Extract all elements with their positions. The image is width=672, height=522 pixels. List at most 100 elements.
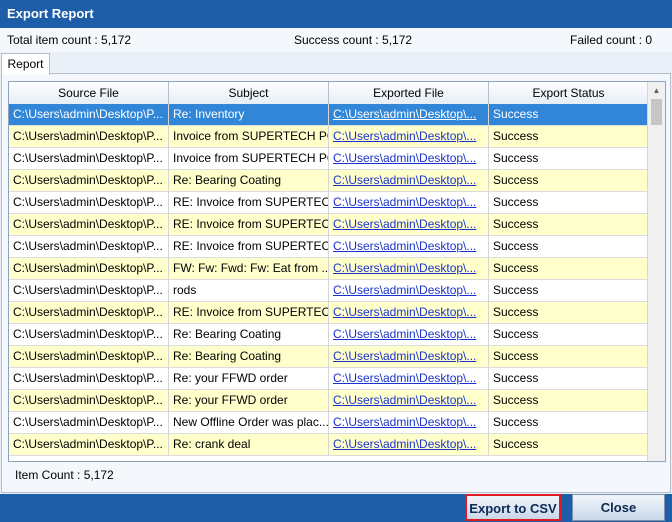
cell-exported-file[interactable]: C:\Users\admin\Desktop\... bbox=[329, 214, 489, 236]
cell-source-file: C:\Users\admin\Desktop\P... bbox=[9, 126, 169, 148]
column-header-subject[interactable]: Subject bbox=[169, 82, 329, 104]
cell-source-file: C:\Users\admin\Desktop\P... bbox=[9, 324, 169, 346]
cell-subject: Invoice from SUPERTECH PO... bbox=[169, 148, 329, 170]
export-report-window: Export Report Total item count : 5,172 S… bbox=[0, 0, 672, 522]
cell-export-status: Success bbox=[489, 236, 649, 258]
cell-export-status: Success bbox=[489, 390, 649, 412]
tab-strip: Report bbox=[0, 52, 672, 75]
table-row[interactable]: C:\Users\admin\Desktop\P... RE: Invoice f… bbox=[9, 214, 649, 236]
table-row[interactable]: C:\Users\admin\Desktop\P... Invoice from … bbox=[9, 148, 649, 170]
cell-subject: Re: your FFWD order bbox=[169, 390, 329, 412]
cell-export-status: Success bbox=[489, 302, 649, 324]
success-count: Success count : 5,172 bbox=[294, 33, 413, 47]
cell-export-status: Success bbox=[489, 434, 649, 456]
cell-export-status: Success bbox=[489, 126, 649, 148]
cell-source-file: C:\Users\admin\Desktop\P... bbox=[9, 346, 169, 368]
failed-count: Failed count : 0 bbox=[570, 33, 653, 47]
chevron-up-icon[interactable]: ▲ bbox=[648, 82, 665, 99]
column-header-source-file[interactable]: Source File bbox=[9, 82, 169, 104]
cell-exported-file[interactable]: C:\Users\admin\Desktop\... bbox=[329, 302, 489, 324]
column-header-export-status[interactable]: Export Status bbox=[489, 82, 649, 104]
cell-exported-file[interactable]: C:\Users\admin\Desktop\... bbox=[329, 390, 489, 412]
cell-exported-file[interactable]: C:\Users\admin\Desktop\... bbox=[329, 280, 489, 302]
table-row[interactable]: C:\Users\admin\Desktop\P... FW: Fw: Fwd: … bbox=[9, 258, 649, 280]
cell-exported-file[interactable]: C:\Users\admin\Desktop\... bbox=[329, 412, 489, 434]
cell-exported-file[interactable]: C:\Users\admin\Desktop\... bbox=[329, 104, 489, 126]
table-row[interactable]: C:\Users\admin\Desktop\P... RE: Invoice f… bbox=[9, 192, 649, 214]
table-row[interactable]: C:\Users\admin\Desktop\P... Re: your FFWD… bbox=[9, 368, 649, 390]
cell-export-status: Success bbox=[489, 346, 649, 368]
item-count: Item Count : 5,172 bbox=[15, 468, 114, 482]
cell-exported-file[interactable]: C:\Users\admin\Desktop\... bbox=[329, 368, 489, 390]
cell-export-status: Success bbox=[489, 324, 649, 346]
close-button[interactable]: Close bbox=[572, 494, 665, 521]
cell-subject: RE: Invoice from SUPERTEC... bbox=[169, 302, 329, 324]
cell-source-file: C:\Users\admin\Desktop\P... bbox=[9, 236, 169, 258]
column-header-exported-file[interactable]: Exported File bbox=[329, 82, 489, 104]
cell-exported-file[interactable]: C:\Users\admin\Desktop\... bbox=[329, 324, 489, 346]
cell-source-file: C:\Users\admin\Desktop\P... bbox=[9, 368, 169, 390]
cell-export-status: Success bbox=[489, 214, 649, 236]
cell-subject: RE: Invoice from SUPERTEC... bbox=[169, 214, 329, 236]
cell-exported-file[interactable]: C:\Users\admin\Desktop\... bbox=[329, 236, 489, 258]
table-row[interactable]: C:\Users\admin\Desktop\P... Invoice from … bbox=[9, 126, 649, 148]
cell-subject: FW: Fw: Fwd: Fw: Eat from ... bbox=[169, 258, 329, 280]
vertical-scrollbar[interactable]: ▲ bbox=[647, 82, 665, 461]
summary-bar: Total item count : 5,172 Success count :… bbox=[0, 28, 672, 52]
tab-report[interactable]: Report bbox=[1, 53, 50, 75]
cell-export-status: Success bbox=[489, 148, 649, 170]
cell-export-status: Success bbox=[489, 412, 649, 434]
table-row[interactable]: C:\Users\admin\Desktop\P... Re: crank dea… bbox=[9, 434, 649, 456]
cell-subject: Re: crank deal bbox=[169, 434, 329, 456]
cell-export-status: Success bbox=[489, 192, 649, 214]
table-row[interactable]: C:\Users\admin\Desktop\P... RE: Invoice f… bbox=[9, 302, 649, 324]
cell-export-status: Success bbox=[489, 170, 649, 192]
table-row[interactable]: C:\Users\admin\Desktop\P... Re: Bearing C… bbox=[9, 324, 649, 346]
total-item-count: Total item count : 5,172 bbox=[7, 33, 132, 47]
cell-source-file: C:\Users\admin\Desktop\P... bbox=[9, 148, 169, 170]
cell-source-file: C:\Users\admin\Desktop\P... bbox=[9, 104, 169, 126]
cell-export-status: Success bbox=[489, 368, 649, 390]
table-row[interactable]: C:\Users\admin\Desktop\P... Re: Bearing C… bbox=[9, 170, 649, 192]
cell-exported-file[interactable]: C:\Users\admin\Desktop\... bbox=[329, 434, 489, 456]
cell-source-file: C:\Users\admin\Desktop\P... bbox=[9, 192, 169, 214]
cell-subject: rods bbox=[169, 280, 329, 302]
cell-exported-file[interactable]: C:\Users\admin\Desktop\... bbox=[329, 170, 489, 192]
cell-subject: Re: Inventory bbox=[169, 104, 329, 126]
cell-subject: RE: Invoice from SUPERTEC... bbox=[169, 192, 329, 214]
export-to-csv-button[interactable]: Export to CSV bbox=[465, 494, 561, 521]
report-grid: Source File Subject Exported File Export… bbox=[8, 81, 666, 462]
cell-exported-file[interactable]: C:\Users\admin\Desktop\... bbox=[329, 148, 489, 170]
scrollbar-thumb[interactable] bbox=[651, 99, 662, 125]
cell-export-status: Success bbox=[489, 280, 649, 302]
cell-source-file: C:\Users\admin\Desktop\P... bbox=[9, 214, 169, 236]
table-row[interactable]: C:\Users\admin\Desktop\P... Re: Inventory… bbox=[9, 104, 649, 126]
table-row[interactable]: C:\Users\admin\Desktop\P... rods C:\Users\… bbox=[9, 280, 649, 302]
cell-source-file: C:\Users\admin\Desktop\P... bbox=[9, 412, 169, 434]
cell-source-file: C:\Users\admin\Desktop\P... bbox=[9, 390, 169, 412]
cell-export-status: Success bbox=[489, 258, 649, 280]
table-row[interactable]: C:\Users\admin\Desktop\P... Re: Bearing C… bbox=[9, 346, 649, 368]
cell-subject: Re: Bearing Coating bbox=[169, 346, 329, 368]
cell-exported-file[interactable]: C:\Users\admin\Desktop\... bbox=[329, 258, 489, 280]
table-row[interactable]: C:\Users\admin\Desktop\P... Re: your FFWD… bbox=[9, 390, 649, 412]
cell-exported-file[interactable]: C:\Users\admin\Desktop\... bbox=[329, 346, 489, 368]
grid-header: Source File Subject Exported File Export… bbox=[9, 82, 649, 105]
cell-subject: Re: your FFWD order bbox=[169, 368, 329, 390]
cell-subject: New Offline Order was plac... bbox=[169, 412, 329, 434]
cell-exported-file[interactable]: C:\Users\admin\Desktop\... bbox=[329, 126, 489, 148]
cell-source-file: C:\Users\admin\Desktop\P... bbox=[9, 170, 169, 192]
table-row[interactable]: C:\Users\admin\Desktop\P... New Offline O… bbox=[9, 412, 649, 434]
cell-subject: Re: Bearing Coating bbox=[169, 170, 329, 192]
cell-source-file: C:\Users\admin\Desktop\P... bbox=[9, 434, 169, 456]
window-title: Export Report bbox=[0, 0, 672, 28]
report-panel: Source File Subject Exported File Export… bbox=[1, 73, 671, 493]
cell-subject: Invoice from SUPERTECH PO... bbox=[169, 126, 329, 148]
cell-source-file: C:\Users\admin\Desktop\P... bbox=[9, 302, 169, 324]
cell-exported-file[interactable]: C:\Users\admin\Desktop\... bbox=[329, 192, 489, 214]
cell-subject: Re: Bearing Coating bbox=[169, 324, 329, 346]
table-row[interactable]: C:\Users\admin\Desktop\P... RE: Invoice f… bbox=[9, 236, 649, 258]
cell-export-status: Success bbox=[489, 104, 649, 126]
cell-source-file: C:\Users\admin\Desktop\P... bbox=[9, 280, 169, 302]
cell-source-file: C:\Users\admin\Desktop\P... bbox=[9, 258, 169, 280]
